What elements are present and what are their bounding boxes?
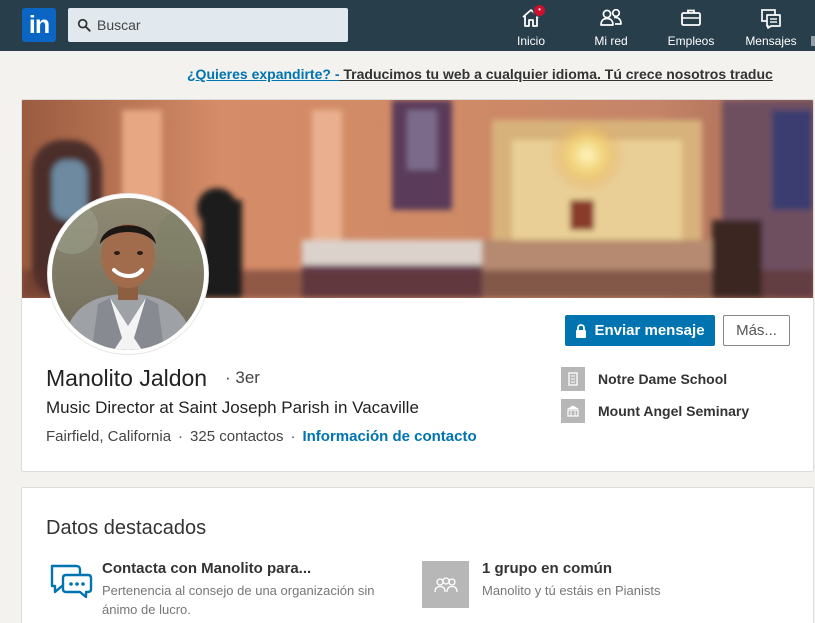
- promo-link[interactable]: ¿Quieres expandirte? -: [187, 66, 339, 82]
- chat-bubbles-icon: [50, 564, 93, 598]
- education-item[interactable]: Notre Dame School: [561, 367, 727, 391]
- lock-icon: [576, 323, 587, 338]
- promo-banner[interactable]: ¿Quieres expandirte? - Traducimos tu web…: [187, 66, 773, 82]
- building-icon: [561, 367, 585, 391]
- people-icon: [600, 8, 622, 26]
- send-message-label: Enviar mensaje: [594, 322, 705, 339]
- school-icon: [561, 399, 585, 423]
- separator: ·: [290, 428, 296, 445]
- contact-info-link[interactable]: Información de contacto: [302, 428, 476, 445]
- profile-card: Enviar mensaje Más... Manolito Jaldon · …: [21, 99, 814, 472]
- group-icon: [422, 561, 469, 608]
- highlight-heading[interactable]: Contacta con Manolito para...: [102, 560, 311, 577]
- nav-item-label: Mi red: [594, 34, 628, 48]
- profile-name: Manolito Jaldon: [46, 365, 208, 391]
- avatar-photo: [52, 198, 204, 350]
- promo-text[interactable]: Traducimos tu web a cualquier idioma. Tú…: [339, 66, 772, 82]
- highlight-subtitle: Pertenencia al consejo de una organizaci…: [102, 583, 375, 617]
- highlight-subtitle: Manolito y tú estáis en Pianists: [482, 583, 661, 598]
- connections-count: 325 contactos: [190, 428, 284, 445]
- nav-item-mi-red[interactable]: Mi red: [590, 6, 632, 50]
- messages-icon: [761, 9, 781, 29]
- highlights-title: Datos destacados: [46, 517, 207, 539]
- search-box[interactable]: [68, 8, 348, 42]
- search-input[interactable]: [97, 17, 337, 33]
- profile-headline: Music Director at Saint Joseph Parish in…: [46, 398, 419, 417]
- notification-badge: •: [533, 4, 546, 17]
- highlight-heading[interactable]: 1 grupo en común: [482, 560, 612, 577]
- profile-avatar[interactable]: [48, 194, 208, 354]
- nav-overflow-edge: [811, 36, 815, 46]
- profile-meta: Fairfield, California · 325 contactos · Info…: [46, 428, 477, 445]
- nav-item-mensajes[interactable]: Mensajes: [744, 6, 798, 50]
- education-item[interactable]: Mount Angel Seminary: [561, 399, 749, 423]
- more-label: Más...: [736, 322, 777, 339]
- separator: ·: [178, 428, 184, 445]
- nav-item-label: Empleos: [667, 34, 715, 48]
- linkedin-logo[interactable]: in: [22, 8, 56, 42]
- search-icon: [77, 18, 91, 32]
- send-message-button[interactable]: Enviar mensaje: [565, 315, 715, 346]
- nav-item-label: Mensajes: [745, 34, 797, 48]
- education-label: Notre Dame School: [598, 371, 728, 387]
- connection-degree: · 3er: [225, 368, 260, 387]
- education-label: Mount Angel Seminary: [598, 403, 750, 419]
- top-navigation-bar: in • Inicio Mi red Empleos: [0, 0, 815, 51]
- briefcase-icon: [681, 9, 701, 26]
- nav-item-label: Inicio: [516, 34, 545, 48]
- profile-location: Fairfield, California: [46, 428, 172, 445]
- more-button[interactable]: Más...: [723, 315, 790, 346]
- nav-item-inicio[interactable]: • Inicio: [512, 4, 550, 50]
- highlights-card: Datos destacados Contacta con Manolito p…: [21, 487, 814, 623]
- nav-item-empleos[interactable]: Empleos: [666, 6, 716, 50]
